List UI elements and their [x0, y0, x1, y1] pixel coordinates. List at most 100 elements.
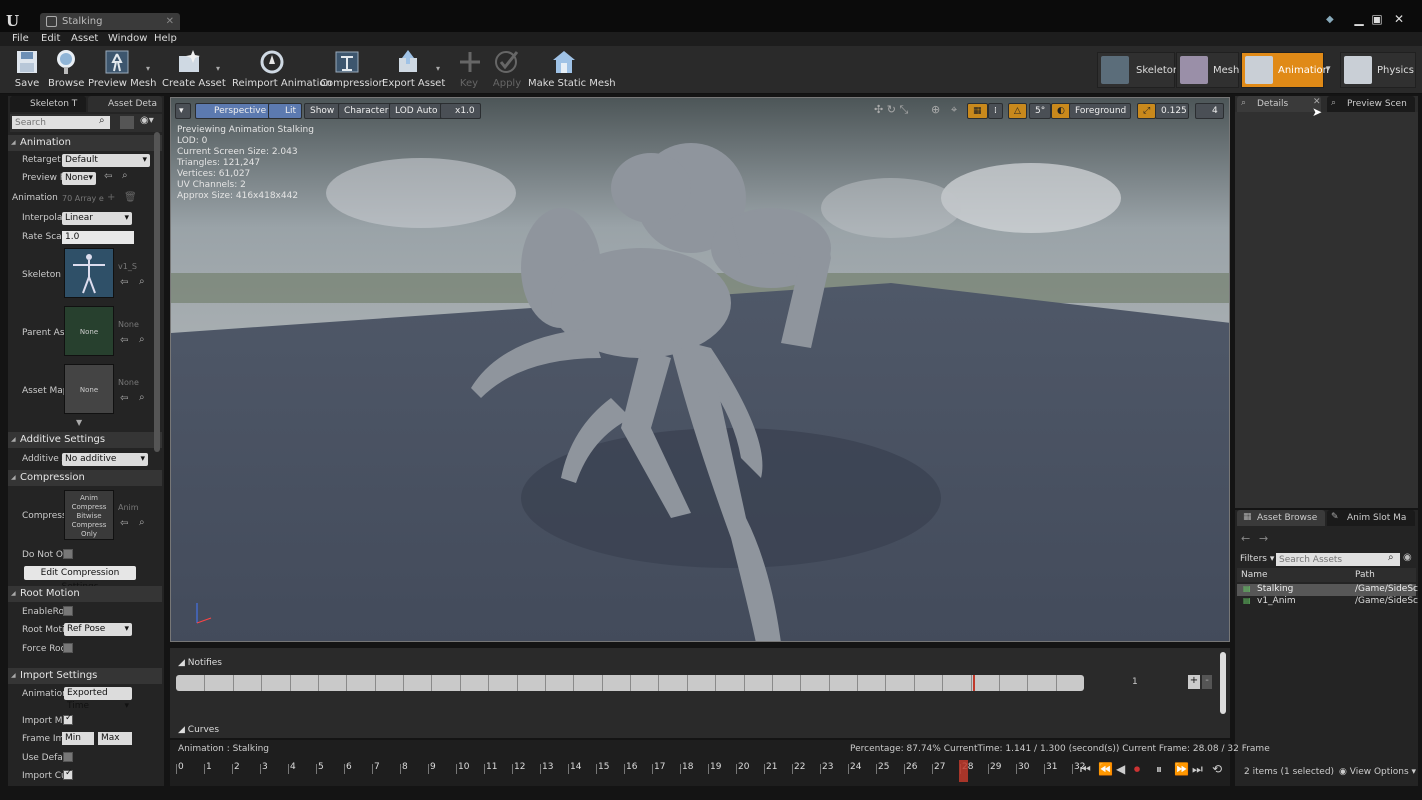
add-element-icon[interactable]: +: [107, 192, 115, 203]
loop-icon[interactable]: ⟲: [1212, 762, 1222, 776]
tab-anim-slot-manager[interactable]: Anim Slot Ma: [1327, 510, 1415, 526]
apply-button[interactable]: Apply: [492, 48, 522, 92]
force-root-lock-checkbox[interactable]: [63, 643, 73, 653]
section-import-settings[interactable]: Import Settings: [8, 668, 162, 684]
show-button[interactable]: Show: [304, 103, 341, 119]
compression-browse-icon[interactable]: ⌕: [139, 517, 145, 528]
animation-mode-dropdown-icon[interactable]: ▾: [1326, 64, 1331, 74]
preview-mesh-dropdown-icon[interactable]: ▾: [146, 64, 150, 73]
column-name[interactable]: Name: [1241, 570, 1268, 580]
section-root-motion[interactable]: Root Motion: [8, 586, 162, 602]
preview-pose-dropdown[interactable]: None: [62, 172, 96, 185]
eye-icon[interactable]: ◉▾: [140, 115, 154, 126]
notifies-header[interactable]: ◢ Notifies: [178, 658, 222, 668]
perspective-button[interactable]: Perspective: [195, 103, 273, 119]
scale-snap-icon[interactable]: ⤢: [1137, 103, 1157, 119]
viewport-options-button[interactable]: ▾: [175, 103, 191, 119]
delete-element-icon[interactable]: 🗑: [124, 192, 137, 203]
frame-import-max-input[interactable]: Max: [98, 732, 132, 745]
timeline-ruler[interactable]: 0 1 2 3 4 5 6 7 8 9 10 11 12 13 14 15 16 17 18 19 20 21 22 23 24…: [170, 740, 1085, 786]
surface-snap-icon[interactable]: ⌖: [951, 103, 965, 119]
enable-root-motion-checkbox[interactable]: [63, 606, 73, 616]
details-scrollbar[interactable]: [154, 132, 160, 452]
maximize-button[interactable]: ▣: [1368, 12, 1386, 26]
section-additive-settings[interactable]: Additive Settings: [8, 432, 162, 448]
additive-anim-type-dropdown[interactable]: No additive: [62, 453, 148, 466]
save-button[interactable]: Save: [12, 48, 42, 92]
lod-button[interactable]: LOD Auto: [389, 103, 444, 119]
camera-speed-button[interactable]: 4: [1195, 103, 1224, 119]
to-end-icon[interactable]: ⏭: [1192, 762, 1203, 777]
create-asset-button[interactable]: Create Asset: [162, 48, 226, 92]
create-asset-dropdown-icon[interactable]: ▾: [216, 64, 220, 73]
character-button[interactable]: Character: [338, 103, 395, 119]
browse-button[interactable]: Browse: [48, 48, 84, 92]
notifies-scrollbar[interactable]: [1220, 652, 1226, 714]
pause-icon[interactable]: ⏸: [1156, 762, 1162, 777]
back-arrow-icon[interactable]: ←: [1241, 532, 1250, 545]
curves-header[interactable]: ◢ Curves: [178, 725, 219, 735]
scale-snap-value[interactable]: 0.125: [1155, 103, 1189, 119]
do-not-override-checkbox[interactable]: [63, 549, 73, 559]
world-space-icon[interactable]: ⊕: [931, 103, 945, 119]
menu-window[interactable]: Window: [108, 32, 147, 46]
parent-use-selected-icon[interactable]: ⇦: [120, 335, 128, 346]
forward-arrow-icon[interactable]: →: [1259, 532, 1268, 545]
key-button[interactable]: Key: [456, 48, 482, 92]
interpolation-dropdown[interactable]: Linear: [62, 212, 132, 225]
step-back-icon[interactable]: ⏪: [1098, 762, 1113, 776]
mode-animation-button[interactable]: Animation: [1241, 52, 1329, 88]
rotate-icon[interactable]: ↻: [887, 103, 896, 116]
skeleton-browse-icon[interactable]: ⌕: [139, 276, 145, 287]
scrub-handle[interactable]: [959, 760, 969, 782]
foreground-dropdown[interactable]: Foreground: [1069, 103, 1131, 119]
angle-snap-value[interactable]: 5°: [1029, 103, 1052, 119]
menu-asset[interactable]: Asset: [71, 32, 98, 46]
record-icon[interactable]: ⏺: [1134, 762, 1140, 777]
tab-asset-details[interactable]: Asset Deta: [88, 96, 162, 112]
frame-import-min-input[interactable]: Min: [62, 732, 94, 745]
minimize-button[interactable]: ▁: [1350, 12, 1368, 26]
asset-map-browse-icon[interactable]: ⌕: [139, 392, 145, 403]
filters-button[interactable]: Filters ▾: [1240, 554, 1274, 564]
notification-icon[interactable]: ◆: [1326, 14, 1340, 26]
menu-edit[interactable]: Edit: [41, 32, 60, 46]
parent-asset-thumbnail[interactable]: None: [64, 306, 114, 356]
details-search-input[interactable]: [12, 116, 110, 129]
step-forward-icon[interactable]: ⏩: [1174, 762, 1189, 776]
column-path[interactable]: Path: [1355, 570, 1375, 580]
remove-notify-track-button[interactable]: -: [1202, 675, 1212, 689]
skeleton-use-selected-icon[interactable]: ⇦: [120, 277, 128, 288]
compression-use-selected-icon[interactable]: ⇦: [120, 518, 128, 529]
translate-icon[interactable]: ✣: [874, 103, 883, 116]
import-custom-curves-checkbox[interactable]: [63, 768, 73, 780]
asset-search-input[interactable]: [1276, 553, 1400, 566]
tab-details[interactable]: Details: [1237, 96, 1321, 112]
grid-snap-icon[interactable]: ▦: [967, 103, 988, 119]
parent-browse-icon[interactable]: ⌕: [139, 334, 145, 345]
mode-skeleton-button[interactable]: Skeleton: [1097, 52, 1179, 88]
asset-row[interactable]: ▤ v1_Anim /Game/SideSc: [1237, 596, 1418, 608]
lit-button[interactable]: Lit: [268, 103, 303, 119]
preview-viewport[interactable]: ▾ Perspective Lit Show Character LOD Aut…: [170, 97, 1230, 642]
section-compression[interactable]: Compression: [8, 470, 162, 486]
use-default-sample-rate-checkbox[interactable]: [63, 752, 73, 762]
compression-button[interactable]: Compression: [320, 48, 385, 92]
menu-help[interactable]: Help: [154, 32, 177, 46]
retarget-dropdown[interactable]: Default: [62, 154, 150, 167]
asset-map-use-selected-icon[interactable]: ⇦: [120, 393, 128, 404]
tab-skeleton-tree[interactable]: Skeleton T: [10, 96, 86, 112]
root-motion-mode-dropdown[interactable]: Ref Pose: [64, 623, 132, 636]
export-asset-dropdown-icon[interactable]: ▾: [436, 64, 440, 73]
rate-scale-input[interactable]: 1.0: [62, 231, 134, 244]
preview-mesh-button[interactable]: Preview Mesh: [88, 48, 156, 92]
add-notify-track-button[interactable]: +: [1188, 675, 1200, 689]
close-button[interactable]: ✕: [1390, 12, 1408, 26]
skeleton-thumbnail[interactable]: [64, 248, 114, 298]
asset-map-thumbnail[interactable]: None: [64, 364, 114, 414]
import-meshes-checkbox[interactable]: [63, 713, 73, 725]
import-animation-length-dropdown[interactable]: Exported Time: [64, 687, 132, 713]
view-options-button[interactable]: ◉ View Options ▾: [1339, 767, 1416, 777]
advanced-expand-icon[interactable]: ▼: [76, 418, 82, 427]
grid-view-icon[interactable]: [120, 116, 134, 129]
